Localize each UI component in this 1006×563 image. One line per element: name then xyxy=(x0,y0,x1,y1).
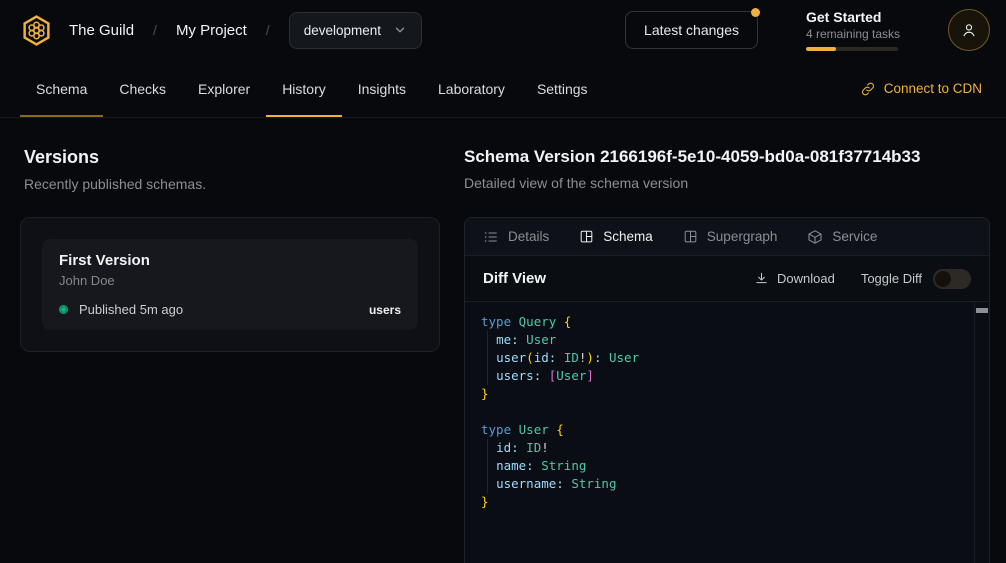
schema-version-panel: Details Schema Supergraph Service Diff View… xyxy=(464,217,990,563)
cube-icon xyxy=(807,229,823,245)
detail-tab-service[interactable]: Service xyxy=(807,229,877,245)
code-line xyxy=(481,403,959,421)
code-line: } xyxy=(481,385,959,403)
version-list: First Version John Doe Published 5m ago use… xyxy=(42,239,418,330)
code-content: type Query { me: User user(id: ID!): Use… xyxy=(481,313,959,511)
code-line: username: String xyxy=(481,475,959,493)
tab-settings[interactable]: Settings xyxy=(521,60,604,117)
get-started-subtitle: 4 remaining tasks xyxy=(806,27,898,41)
columns-icon xyxy=(683,229,698,244)
user-icon xyxy=(960,21,978,39)
target-selector-value: development xyxy=(304,23,381,38)
toggle-knob xyxy=(935,271,951,287)
detail-tab-supergraph[interactable]: Supergraph xyxy=(683,229,778,244)
version-list-item[interactable]: First Version John Doe Published 5m ago use… xyxy=(42,239,418,330)
version-title: First Version xyxy=(59,252,401,269)
list-icon xyxy=(483,229,499,245)
breadcrumb-project[interactable]: My Project xyxy=(176,22,247,39)
main-content: Versions Recently published schemas. Fir… xyxy=(0,118,1006,563)
tab-history[interactable]: History xyxy=(266,60,342,117)
version-detail-column: Schema Version 2166196f-5e10-4059-bd0a-0… xyxy=(440,118,1006,563)
tab-schema[interactable]: Schema xyxy=(20,60,103,117)
code-line: user(id: ID!): User xyxy=(481,349,959,367)
toggle-diff-control: Toggle Diff xyxy=(861,269,971,289)
tab-checks[interactable]: Checks xyxy=(103,60,182,117)
version-status: Published 5m ago xyxy=(79,302,183,317)
detail-tab-label: Schema xyxy=(603,229,653,244)
code-scrollbar-thumb[interactable] xyxy=(976,308,988,313)
hive-logo-icon[interactable] xyxy=(20,14,53,47)
get-started-widget[interactable]: Get Started 4 remaining tasks xyxy=(806,9,898,51)
download-label: Download xyxy=(777,271,835,286)
download-icon xyxy=(754,271,769,286)
version-service-badge: users xyxy=(369,303,401,317)
code-scrollbar xyxy=(974,302,989,563)
breadcrumb-org[interactable]: The Guild xyxy=(69,22,134,39)
toggle-diff-switch[interactable] xyxy=(933,269,971,289)
diff-view-header: Diff View Download Toggle Diff xyxy=(465,256,989,302)
notification-dot xyxy=(751,8,760,17)
code-line: users: [User] xyxy=(481,367,959,385)
indent-guide xyxy=(487,331,488,385)
detail-tab-label: Details xyxy=(508,229,549,244)
get-started-progress-fill xyxy=(806,47,836,51)
get-started-progressbar xyxy=(806,47,898,51)
code-line: name: String xyxy=(481,457,959,475)
schema-code-viewer: type Query { me: User user(id: ID!): Use… xyxy=(465,302,989,563)
latest-changes-label: Latest changes xyxy=(644,22,739,38)
tab-insights[interactable]: Insights xyxy=(342,60,422,117)
version-author: John Doe xyxy=(59,273,401,288)
code-line: type User { xyxy=(481,421,959,439)
schema-version-subtitle: Detailed view of the schema version xyxy=(464,175,990,191)
primary-tabs: SchemaChecksExplorerHistoryInsightsLabor… xyxy=(20,60,604,117)
link-icon xyxy=(860,81,876,97)
code-line: me: User xyxy=(481,331,959,349)
detail-tab-details[interactable]: Details xyxy=(483,229,549,245)
indent-guide xyxy=(487,439,488,493)
breadcrumb-separator: / xyxy=(153,22,157,38)
versions-column: Versions Recently published schemas. Fir… xyxy=(0,118,440,352)
user-avatar[interactable] xyxy=(948,9,990,51)
detail-tab-schema[interactable]: Schema xyxy=(579,229,653,244)
diff-view-title: Diff View xyxy=(483,270,546,287)
primary-nav: SchemaChecksExplorerHistoryInsightsLabor… xyxy=(0,60,1006,118)
breadcrumb-separator: / xyxy=(266,22,270,38)
columns-icon xyxy=(579,229,594,244)
versions-title: Versions xyxy=(24,147,440,168)
download-button[interactable]: Download xyxy=(754,271,835,286)
tab-laboratory[interactable]: Laboratory xyxy=(422,60,521,117)
code-line: } xyxy=(481,493,959,511)
code-line: id: ID! xyxy=(481,439,959,457)
chevron-down-icon xyxy=(393,23,407,37)
versions-card: First Version John Doe Published 5m ago use… xyxy=(20,217,440,352)
detail-tab-label: Supergraph xyxy=(707,229,778,244)
toggle-diff-label: Toggle Diff xyxy=(861,271,922,286)
detail-tab-label: Service xyxy=(832,229,877,244)
breadcrumb: The Guild / My Project / xyxy=(69,22,270,39)
get-started-title: Get Started xyxy=(806,9,898,25)
code-line: type Query { xyxy=(481,313,959,331)
app-header: The Guild / My Project / development Lat… xyxy=(0,0,1006,60)
tab-explorer[interactable]: Explorer xyxy=(182,60,266,117)
target-selector-dropdown[interactable]: development xyxy=(289,12,422,49)
connect-to-cdn-label: Connect to CDN xyxy=(884,81,982,96)
latest-changes-button[interactable]: Latest changes xyxy=(625,11,758,49)
connect-to-cdn-button[interactable]: Connect to CDN xyxy=(860,60,982,117)
detail-tabs: Details Schema Supergraph Service xyxy=(465,218,989,256)
status-dot-green xyxy=(59,305,68,314)
versions-subtitle: Recently published schemas. xyxy=(24,176,440,192)
schema-version-title: Schema Version 2166196f-5e10-4059-bd0a-0… xyxy=(464,147,990,167)
